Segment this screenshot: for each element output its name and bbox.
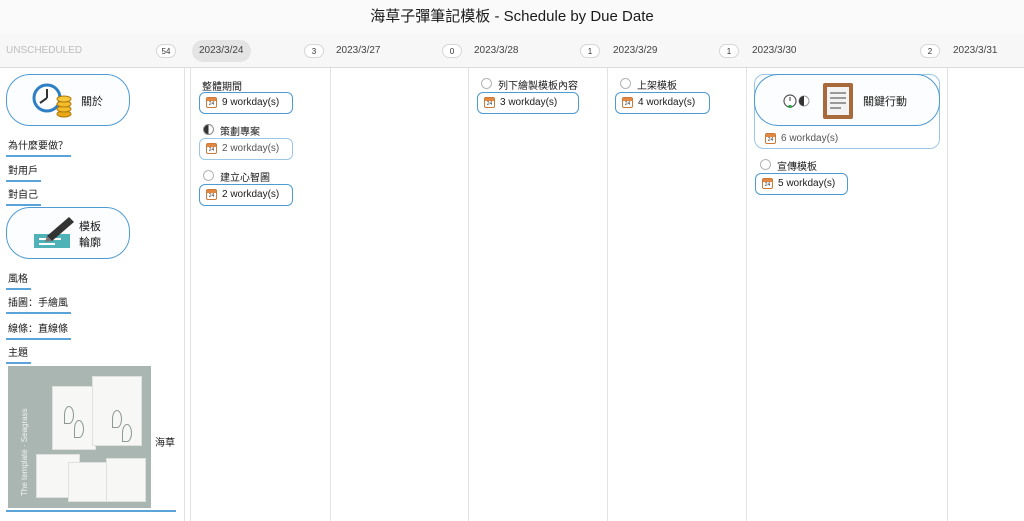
column-count-badge: 1 — [719, 44, 739, 58]
thumbnail-vertical-text: The template · Seagrass — [20, 408, 29, 496]
column-header-2023-3-27[interactable]: 2023/3/27 0 — [330, 34, 468, 68]
outline-node-label-line1: 模板 — [79, 221, 101, 233]
duration-badge[interactable]: 24 9 workday(s) — [199, 92, 293, 114]
list-item[interactable]: 對用戶 — [6, 162, 41, 182]
task-title[interactable]: 建立心智圖 — [220, 169, 270, 184]
column-header-unscheduled[interactable]: UNSCHEDULED 54 — [0, 34, 184, 68]
key-action-node[interactable]: 關鍵行動 — [754, 74, 940, 126]
list-item[interactable]: 主題 — [6, 344, 31, 364]
column-divider — [947, 68, 948, 521]
calendar-icon: 24 — [484, 97, 495, 108]
duration-text: 9 workday(s) — [222, 97, 280, 108]
duration-text: 2 workday(s) — [222, 189, 280, 200]
key-action-card[interactable]: 關鍵行動 24 6 workday(s) — [754, 74, 940, 149]
column-header-2023-3-29[interactable]: 2023/3/29 1 — [607, 34, 746, 68]
duration-text: 6 workday(s) — [781, 133, 839, 144]
column-label: 2023/3/28 — [474, 45, 519, 56]
column-count-badge: 0 — [442, 44, 462, 58]
key-action-label: 關鍵行動 — [863, 96, 907, 108]
thumbnail-page — [68, 462, 108, 502]
seaweed-leaf-icon — [122, 424, 132, 442]
window-title: 海草子彈筆記模板 - Schedule by Due Date — [0, 0, 1024, 34]
column-divider — [607, 68, 608, 521]
task-title[interactable]: 策劃專案 — [220, 123, 260, 138]
column-header-row: UNSCHEDULED 54 2023/3/24 3 2023/3/27 0 2… — [0, 34, 1024, 68]
duration-badge[interactable]: 24 4 workday(s) — [615, 92, 710, 114]
duration-badge[interactable]: 24 3 workday(s) — [477, 92, 579, 114]
column-count-badge: 3 — [304, 44, 324, 58]
list-item[interactable]: 對自己 — [6, 186, 41, 206]
task-title[interactable]: 上架模板 — [637, 77, 677, 92]
task-title[interactable]: 宣傳模板 — [777, 158, 817, 173]
list-item[interactable]: 插圖：手繪風 — [6, 294, 71, 314]
duration-badge[interactable]: 24 2 workday(s) — [199, 184, 293, 206]
list-item[interactable]: 線條：直線條 — [6, 320, 71, 340]
outline-node-label-line2: 輪廓 — [79, 237, 101, 249]
seaweed-leaf-icon — [64, 406, 74, 424]
column-divider — [330, 68, 331, 521]
task-title[interactable]: 整體期間 — [202, 78, 242, 93]
column-label: 2023/3/27 — [336, 45, 381, 56]
calendar-icon: 24 — [622, 97, 633, 108]
clock-progress-icon — [783, 94, 810, 108]
column-label: 2023/3/24 — [192, 40, 251, 62]
task-checkbox[interactable] — [481, 78, 492, 89]
column-divider — [190, 68, 191, 521]
column-label: 2023/3/29 — [613, 45, 658, 56]
about-node-label: 關於 — [81, 96, 103, 108]
calendar-icon: 24 — [762, 178, 773, 189]
task-checkbox[interactable] — [203, 170, 214, 181]
column-count-badge: 2 — [920, 44, 940, 58]
column-divider — [746, 68, 747, 521]
seaweed-leaf-icon — [74, 420, 84, 438]
list-item[interactable]: 風格 — [6, 270, 31, 290]
column-count-badge: 54 — [156, 44, 176, 58]
half-progress-checkbox[interactable] — [203, 124, 214, 135]
task-checkbox[interactable] — [620, 78, 631, 89]
column-header-2023-3-30[interactable]: 2023/3/30 2 — [746, 34, 947, 68]
calendar-icon: 24 — [206, 143, 217, 154]
column-count-badge: 1 — [580, 44, 600, 58]
column-divider — [468, 68, 469, 521]
column-header-2023-3-24[interactable]: 2023/3/24 3 — [190, 34, 330, 68]
thumbnail-underline — [6, 510, 176, 512]
column-label: 2023/3/31 — [953, 45, 998, 56]
duration-text: 4 workday(s) — [638, 97, 696, 108]
template-thumbnail-image[interactable]: The template · Seagrass — [8, 366, 151, 508]
duration-badge[interactable]: 24 6 workday(s) — [759, 129, 939, 151]
calendar-icon: 24 — [206, 189, 217, 200]
task-title[interactable]: 列下繪製模板內容 — [498, 77, 578, 92]
thumbnail-caption: 海草 — [155, 438, 175, 449]
duration-badge[interactable]: 24 5 workday(s) — [755, 173, 848, 195]
calendar-icon: 24 — [765, 133, 776, 144]
column-divider — [184, 68, 185, 521]
column-label: 2023/3/30 — [752, 45, 797, 56]
outline-node[interactable]: 模板 輪廓 — [6, 207, 130, 259]
column-label: UNSCHEDULED — [6, 45, 83, 56]
calendar-icon: 24 — [206, 97, 217, 108]
task-checkbox[interactable] — [760, 159, 771, 170]
clock-coins-icon — [32, 83, 72, 118]
duration-text: 2 workday(s) — [222, 143, 280, 154]
list-item[interactable]: 為什麼要做？ — [6, 137, 71, 157]
duration-text: 5 workday(s) — [778, 178, 836, 189]
pen-writing-icon — [34, 217, 74, 248]
duration-text: 3 workday(s) — [500, 97, 558, 108]
column-header-2023-3-31[interactable]: 2023/3/31 — [947, 34, 1024, 68]
column-header-2023-3-28[interactable]: 2023/3/28 1 — [468, 34, 607, 68]
duration-badge[interactable]: 24 2 workday(s) — [199, 138, 293, 160]
seaweed-leaf-icon — [112, 410, 122, 428]
thumbnail-page — [52, 386, 96, 450]
thumbnail-page — [106, 458, 146, 502]
about-node[interactable]: 關於 — [6, 74, 130, 126]
clipboard-document-icon — [823, 83, 853, 119]
